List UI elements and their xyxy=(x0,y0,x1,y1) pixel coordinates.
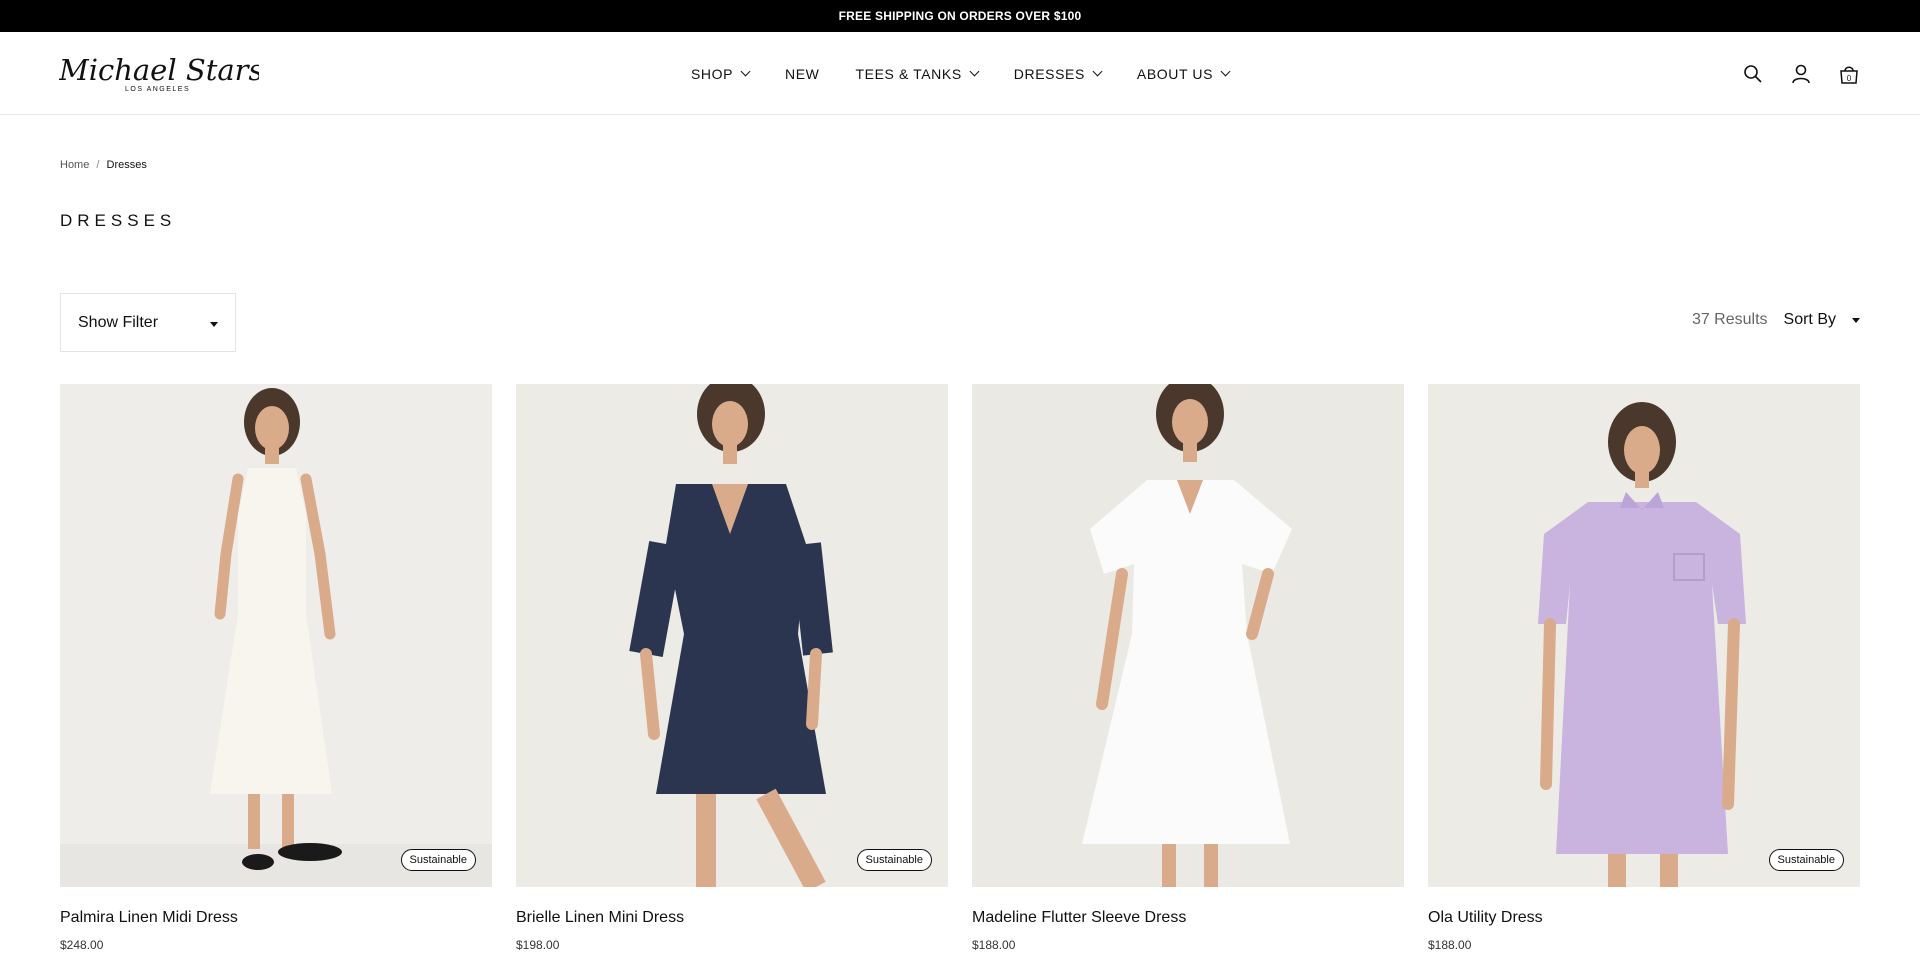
breadcrumb: Home / Dresses xyxy=(60,159,147,171)
show-filter-dropdown[interactable]: Show Filter xyxy=(60,293,236,352)
product-image[interactable]: Sustainable xyxy=(60,384,492,887)
product-card[interactable]: Sustainable Brielle Linen Mini Dress $19… xyxy=(516,384,948,952)
product-name[interactable]: Ola Utility Dress xyxy=(1428,909,1860,927)
site-header: Michael Stars LOS ANGELES SHOP NEW TEES … xyxy=(0,32,1920,115)
header-actions: 0 xyxy=(1742,32,1860,115)
product-image[interactable] xyxy=(972,384,1404,887)
nav-new[interactable]: NEW xyxy=(785,66,819,82)
product-name[interactable]: Madeline Flutter Sleeve Dress xyxy=(972,909,1404,927)
product-image[interactable]: Sustainable xyxy=(1428,384,1860,887)
cart-count: 0 xyxy=(1847,74,1852,83)
sort-by-dropdown[interactable]: Sort By xyxy=(1784,311,1860,329)
sort-by-label: Sort By xyxy=(1783,311,1836,328)
nav-shop-label: SHOP xyxy=(690,65,734,82)
product-card[interactable]: Sustainable Ola Utility Dress $188.00 xyxy=(1428,384,1860,952)
product-price: $188.00 xyxy=(972,938,1016,952)
nav-tees-label: TEES & TANKS xyxy=(855,65,962,82)
nav-dresses[interactable]: DRESSES xyxy=(1013,65,1103,82)
caret-down-icon xyxy=(210,322,218,327)
chevron-down-icon xyxy=(1092,66,1103,77)
caret-down-icon xyxy=(1852,317,1860,323)
sustainable-badge: Sustainable xyxy=(400,849,476,871)
chevron-down-icon xyxy=(969,66,980,77)
nav-tees-tanks[interactable]: TEES & TANKS xyxy=(855,65,980,82)
product-photo-model-lavender-utility xyxy=(1428,384,1860,887)
search-button[interactable] xyxy=(1742,63,1764,85)
breadcrumb-separator: / xyxy=(96,159,100,171)
product-price: $198.00 xyxy=(516,938,560,952)
product-price: $248.00 xyxy=(60,938,104,952)
promo-bar[interactable]: FREE SHIPPING ON ORDERS OVER $100 xyxy=(0,0,1920,32)
nav-dresses-label: DRESSES xyxy=(1013,65,1085,82)
page-title: DRESSES xyxy=(60,211,177,230)
product-name[interactable]: Brielle Linen Mini Dress xyxy=(516,909,948,927)
nav-about-label: ABOUT US xyxy=(1136,65,1214,82)
bag-icon: 0 xyxy=(1840,66,1858,84)
nav-about-us[interactable]: ABOUT US xyxy=(1136,65,1231,82)
user-icon xyxy=(1792,64,1810,83)
product-image[interactable]: Sustainable xyxy=(516,384,948,887)
product-name[interactable]: Palmira Linen Midi Dress xyxy=(60,909,492,927)
product-photo-model-white-midi xyxy=(60,384,492,887)
show-filter-label: Show Filter xyxy=(78,313,159,331)
promo-text[interactable]: FREE SHIPPING ON ORDERS OVER $100 xyxy=(839,9,1082,23)
product-grid: Sustainable Palmira Linen Midi Dress $24… xyxy=(60,384,1860,952)
product-card[interactable]: Sustainable Palmira Linen Midi Dress $24… xyxy=(60,384,492,952)
sustainable-badge: Sustainable xyxy=(856,849,932,871)
nav-new-label: NEW xyxy=(785,65,820,82)
breadcrumb-current: Dresses xyxy=(106,159,147,171)
product-card[interactable]: Madeline Flutter Sleeve Dress $188.00 xyxy=(972,384,1404,952)
chevron-down-icon xyxy=(740,66,751,77)
cart-button[interactable]: 0 xyxy=(1838,63,1860,85)
results-bar: 37 Results Sort By xyxy=(1692,311,1860,329)
nav-shop[interactable]: SHOP xyxy=(690,65,751,82)
product-price: $188.00 xyxy=(1428,938,1472,952)
product-photo-model-navy-mini xyxy=(516,384,948,887)
main-nav: SHOP NEW TEES & TANKS DRESSES ABOUT US xyxy=(0,32,1920,115)
chevron-down-icon xyxy=(1220,66,1231,77)
results-count: 37 Results xyxy=(1691,311,1768,328)
sustainable-badge: Sustainable xyxy=(1768,849,1844,871)
account-button[interactable] xyxy=(1790,63,1812,85)
breadcrumb-home[interactable]: Home xyxy=(60,159,89,171)
product-photo-model-white-flutter xyxy=(972,384,1404,887)
search-icon xyxy=(1744,64,1762,83)
